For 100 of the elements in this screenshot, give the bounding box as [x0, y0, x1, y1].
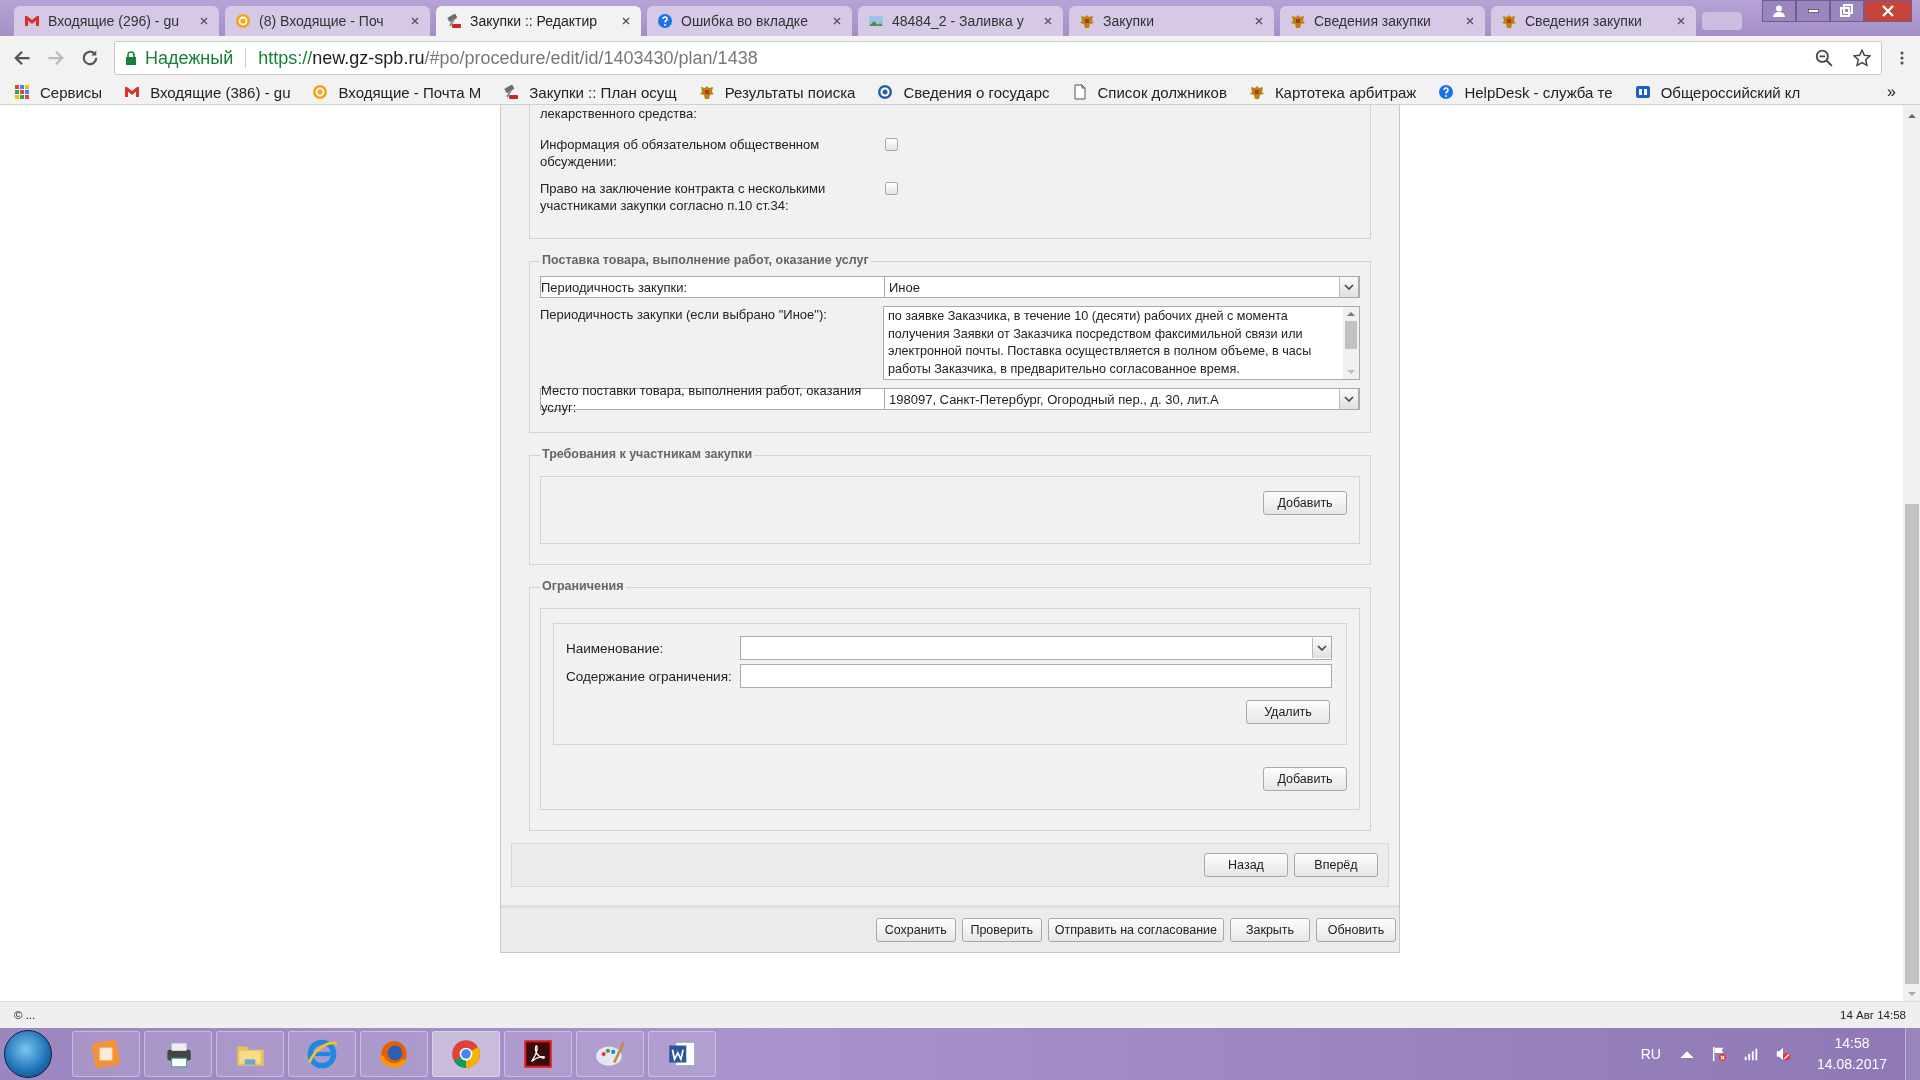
close-icon[interactable] [1465, 16, 1475, 26]
checkbox[interactable] [885, 182, 898, 195]
section-title: Требования к участникам закупки [540, 447, 755, 461]
close-icon[interactable] [1254, 16, 1264, 26]
add-button[interactable]: Добавить [1263, 767, 1347, 791]
scroll-up-icon[interactable] [1347, 311, 1355, 316]
flag-icon[interactable] [1710, 1046, 1727, 1062]
bookmark[interactable]: Картотека арбитраж [1248, 83, 1417, 101]
dropdown[interactable] [740, 636, 1332, 660]
close-icon[interactable] [199, 16, 209, 26]
bookmark[interactable]: Входящие - Почта М [312, 83, 482, 101]
globe-icon [305, 1037, 339, 1071]
toolbar-button[interactable]: Отправить на согласование [1047, 918, 1224, 942]
toolbar-button[interactable]: Сохранить [875, 918, 956, 942]
input-field[interactable] [740, 664, 1332, 688]
user-icon [1772, 4, 1786, 18]
copyright-text: © ... [14, 1009, 36, 1021]
bookmark[interactable]: Закупки :: План осущ [503, 83, 677, 101]
emblem-icon [1079, 13, 1095, 29]
language-indicator[interactable]: RU [1640, 1046, 1661, 1062]
at-sign-icon [312, 84, 329, 100]
scrollbar-track[interactable] [1903, 105, 1920, 1001]
close-icon [1881, 4, 1895, 18]
toolbar-button[interactable]: Проверить [961, 918, 1042, 942]
bookmark[interactable]: Сведения о государс [877, 83, 1050, 101]
field-label: Периодичность закупки (если выбрано "Иное"): [540, 306, 828, 323]
field-label: Периодичность закупки: [541, 278, 688, 296]
taskbar-button[interactable] [504, 1031, 572, 1077]
scroll-thumb[interactable] [1904, 504, 1919, 984]
star-icon[interactable] [1853, 49, 1871, 67]
speaker-muted-icon[interactable] [1774, 1046, 1791, 1062]
field-label: Информация об обязательном общественном обсуждении: [540, 136, 821, 170]
caret-down-icon [1317, 645, 1327, 651]
close-icon[interactable] [1676, 16, 1686, 26]
dropdown[interactable]: 198097, Санкт-Петербург, Огородный пер., д. 30, лит.А [884, 388, 1359, 410]
close-icon[interactable] [832, 16, 842, 26]
more-bookmarks-button[interactable]: » [1887, 83, 1896, 101]
add-button[interactable]: Добавить [1263, 491, 1347, 515]
textarea-field[interactable]: по заявке Заказчика, в течение 10 (десяти) рабочих дней с момента получения Заявки от Заказчика посредством факсимильной связи или электронной почты. Поставка осуществляется в полном объеме, в часы работы Заказчика, в предварительно согласованное время. [883, 306, 1360, 380]
minimize-icon [1807, 9, 1819, 13]
browser-logo-icon [449, 1037, 483, 1071]
emblem-icon [1248, 84, 1265, 100]
bookmark[interactable]: Сервисы [14, 83, 103, 101]
picture-icon [868, 13, 884, 29]
bookmark[interactable]: HelpDesk - служба те [1438, 83, 1613, 101]
emblem-icon [1290, 13, 1306, 29]
nav-button[interactable]: Назад [1204, 853, 1288, 877]
logo-icon [1634, 84, 1651, 100]
maximize-button[interactable] [1830, 0, 1864, 22]
minimize-button[interactable] [1796, 0, 1830, 22]
menu-icon[interactable] [1900, 50, 1904, 66]
field-label: Содержание ограничения: [566, 668, 733, 684]
signal-icon[interactable] [1742, 1046, 1759, 1062]
delete-button[interactable]: Удалить [1246, 700, 1330, 724]
browser-tab[interactable]: 48484_2 - Заливка у [858, 6, 1063, 36]
address-field[interactable]: Надежный https://new.gz-spb.ru/#po/procedure/edit/id/1403430/plan/1438 [114, 41, 1882, 75]
mail-icon [124, 84, 141, 100]
toolbar-button[interactable]: Обновить [1316, 918, 1396, 942]
seal-icon [877, 84, 894, 100]
bookmark[interactable]: Входящие (386) - gu [124, 83, 291, 101]
browser-tab[interactable]: (8) Входящие - Поч [225, 6, 430, 36]
taskbar-button[interactable] [648, 1031, 716, 1077]
nav-button[interactable]: Вперёд [1294, 853, 1378, 877]
browser-tab[interactable]: Закупки :: Редактир [436, 6, 641, 36]
checkbox[interactable] [885, 138, 898, 151]
clock[interactable]: 14:58 14.08.2017 [1816, 1033, 1887, 1075]
caret-down-icon [1344, 284, 1354, 290]
back-icon[interactable] [12, 48, 32, 68]
browser-tab[interactable]: Сведения закупки [1491, 6, 1696, 36]
scroll-up-icon[interactable] [1907, 113, 1916, 118]
close-icon[interactable] [621, 16, 631, 26]
taskbar-button[interactable] [144, 1031, 212, 1077]
close-button[interactable] [1864, 0, 1912, 22]
browser-tab[interactable]: Закупки [1069, 6, 1274, 36]
bookmark[interactable]: Общероссийский кл [1634, 83, 1801, 101]
browser-tab[interactable]: Входящие (296) - gu [14, 6, 219, 36]
close-icon[interactable] [1043, 16, 1053, 26]
toolbar-button[interactable]: Закрыть [1230, 918, 1310, 942]
help-icon [657, 13, 673, 29]
lock-icon [125, 51, 137, 65]
user-button[interactable] [1762, 0, 1796, 22]
footer-datetime: 14 Авг 14:58 [1840, 1009, 1906, 1021]
dropdown[interactable]: Иное [884, 276, 1359, 298]
section-title: Ограничения [540, 579, 626, 593]
pdf-icon [521, 1037, 555, 1071]
browser-tab[interactable]: Сведения закупки [1280, 6, 1485, 36]
zoom-out-icon[interactable] [1815, 49, 1833, 67]
mail-icon [24, 13, 40, 29]
gavel-icon [446, 13, 462, 29]
field-label: Место поставки товара, выполнения работ, оказания услуг: [541, 382, 863, 416]
close-icon[interactable] [410, 16, 420, 26]
help-icon [1438, 84, 1455, 100]
bookmark[interactable]: Список должников [1071, 83, 1227, 101]
field-label: лекарственного средства: [540, 105, 698, 122]
start-button[interactable] [4, 1030, 52, 1078]
gavel-icon [503, 84, 520, 100]
browser-tab[interactable]: Ошибка во вкладке [647, 6, 852, 36]
bookmark[interactable]: Результаты поиска [698, 83, 856, 101]
scroll-thumb[interactable] [1345, 321, 1357, 349]
reload-icon[interactable] [80, 48, 100, 68]
